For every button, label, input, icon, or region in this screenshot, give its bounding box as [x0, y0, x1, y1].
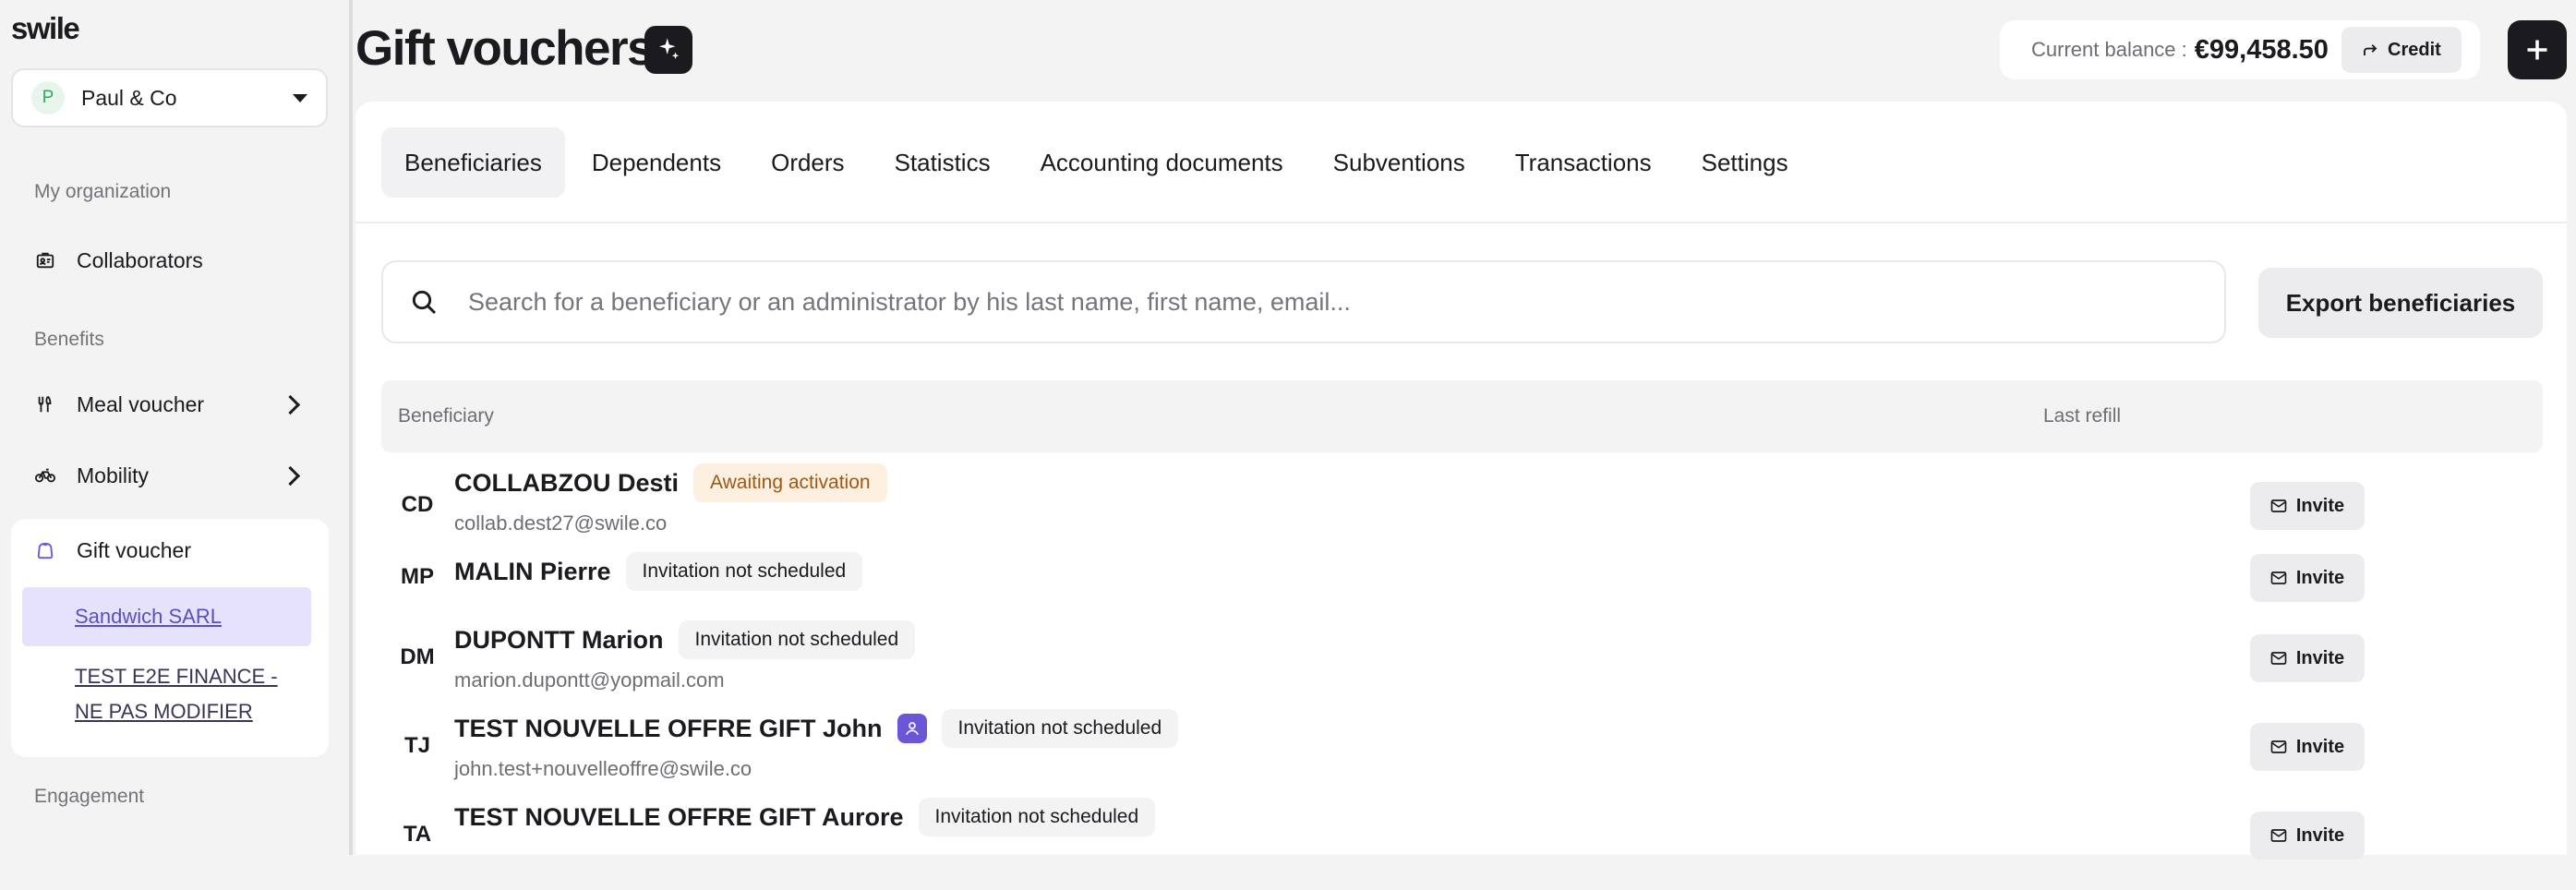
sidebar-item-mobility[interactable]: Mobility: [11, 448, 328, 503]
id-card-icon: [34, 249, 56, 271]
org-avatar: P: [31, 81, 65, 114]
sidebar-item-label: Meal voucher: [77, 391, 205, 416]
tab-beneficiaries[interactable]: Beneficiaries: [381, 127, 565, 198]
chevron-right-icon: [280, 465, 301, 486]
table-row[interactable]: CD COLLABZOU Desti Awaiting activation c…: [381, 463, 2543, 547]
gift-voucher-group: Gift voucher Sandwich SARL TEST E2E FINA…: [11, 519, 329, 757]
invite-button[interactable]: Invite: [2250, 482, 2365, 530]
tab-orders[interactable]: Orders: [748, 127, 867, 198]
sidebar-item-gift-voucher[interactable]: Gift voucher: [11, 519, 328, 582]
tab-bar: Beneficiaries Dependents Orders Statisti…: [381, 127, 1815, 198]
sparkles-button[interactable]: [644, 26, 692, 74]
avatar: CD: [401, 492, 434, 517]
name-line: TEST NOUVELLE OFFRE GIFT John Invitation…: [454, 709, 1179, 748]
invite-button[interactable]: Invite: [2250, 812, 2365, 860]
sidebar-item-label: Collaborators: [77, 247, 203, 272]
name-line: COLLABZOU Desti Awaiting activation: [454, 463, 887, 502]
beneficiary-email: collab.dest27@swile.co: [454, 511, 668, 535]
swile-logo[interactable]: swile: [11, 11, 80, 46]
name-line: TEST NOUVELLE OFFRE GIFT Aurore Invitati…: [454, 798, 1156, 836]
name-line: MALIN Pierre Invitation not scheduled: [454, 552, 863, 591]
tab-transactions[interactable]: Transactions: [1492, 127, 1675, 198]
sparkles-icon: [659, 38, 680, 59]
beneficiary-name: DUPONTT Marion: [454, 625, 664, 654]
tab-settings[interactable]: Settings: [1679, 127, 1812, 198]
table-row[interactable]: DM DUPONTT Marion Invitation not schedul…: [381, 620, 2543, 713]
beneficiary-email: john.test+nouvelleoffre@swile.co: [454, 757, 752, 780]
caret-down-icon: [293, 93, 307, 102]
sidebar-subitem-test-e2e-finance[interactable]: TEST E2E FINANCE - NE PAS MODIFIER: [22, 659, 311, 729]
org-name: Paul & Co: [81, 85, 177, 110]
invite-label: Invite: [2295, 824, 2345, 846]
status-badge: Awaiting activation: [693, 463, 887, 502]
page-title: Gift vouchers: [355, 21, 655, 76]
invite-label: Invite: [2295, 736, 2345, 757]
beneficiary-name: MALIN Pierre: [454, 557, 611, 585]
table-header: Beneficiary Last refill: [381, 380, 2543, 452]
envelope-icon: [2270, 740, 2287, 753]
organization-select[interactable]: P Paul & Co: [11, 68, 328, 127]
status-badge: Invitation not scheduled: [941, 709, 1179, 748]
table-row[interactable]: TJ TEST NOUVELLE OFFRE GIFT John Invitat…: [381, 709, 2543, 801]
section-label-engagement: Engagement: [34, 786, 145, 807]
credit-button[interactable]: Credit: [2341, 27, 2462, 73]
avatar: DM: [400, 644, 435, 669]
sidebar: swile P Paul & Co My organization Collab…: [0, 0, 353, 855]
chevron-right-icon: [280, 394, 301, 415]
search-input[interactable]: [466, 286, 2198, 318]
beneficiary-name: TEST NOUVELLE OFFRE GIFT John: [454, 714, 883, 742]
status-badge: Invitation not scheduled: [678, 620, 916, 659]
redo-arrow-icon: [2364, 44, 2377, 55]
section-label-my-organization: My organization: [34, 181, 172, 202]
invite-button[interactable]: Invite: [2250, 634, 2365, 682]
column-header-last-refill[interactable]: Last refill: [2043, 405, 2121, 427]
avatar: TA: [403, 822, 432, 847]
add-button[interactable]: [2508, 20, 2567, 79]
gift-bag-icon: [34, 539, 56, 561]
sidebar-item-label: Mobility: [77, 463, 149, 487]
invite-label: Invite: [2295, 567, 2345, 588]
search-icon: [412, 290, 437, 315]
search-box[interactable]: [381, 260, 2226, 343]
tab-divider: [355, 222, 2567, 223]
fork-knife-icon: [34, 393, 56, 415]
export-beneficiaries-button[interactable]: Export beneficiaries: [2258, 268, 2543, 338]
balance-value: €99,458.50: [2194, 34, 2329, 65]
invite-button[interactable]: Invite: [2250, 723, 2365, 771]
column-header-beneficiary[interactable]: Beneficiary: [398, 405, 494, 427]
envelope-icon: [2270, 571, 2287, 584]
beneficiary-name: COLLABZOU Desti: [454, 468, 679, 497]
name-line: DUPONTT Marion Invitation not scheduled: [454, 620, 916, 659]
tab-accounting-documents[interactable]: Accounting documents: [1017, 127, 1306, 198]
credit-label: Credit: [2388, 39, 2441, 60]
table-row[interactable]: TA TEST NOUVELLE OFFRE GIFT Aurore Invit…: [381, 798, 2543, 890]
tab-statistics[interactable]: Statistics: [872, 127, 1014, 198]
sidebar-item-label: Gift voucher: [77, 537, 191, 562]
balance-label: Current balance :: [2031, 38, 2187, 61]
sidebar-item-meal-voucher[interactable]: Meal voucher: [11, 377, 328, 432]
balance-box: Current balance : €99,458.50 Credit: [2000, 20, 2480, 79]
sidebar-item-collaborators[interactable]: Collaborators: [11, 233, 328, 288]
bike-icon: [34, 464, 56, 487]
invite-button[interactable]: Invite: [2250, 554, 2365, 602]
envelope-icon: [2270, 499, 2287, 512]
status-badge: Invitation not scheduled: [918, 798, 1156, 836]
beneficiary-name: TEST NOUVELLE OFFRE GIFT Aurore: [454, 802, 904, 831]
avatar: MP: [401, 564, 434, 589]
invite-label: Invite: [2295, 495, 2345, 516]
avatar: TJ: [403, 733, 430, 758]
status-badge: Invitation not scheduled: [625, 552, 863, 591]
main-panel: Beneficiaries Dependents Orders Statisti…: [355, 102, 2567, 860]
envelope-icon: [2270, 652, 2287, 665]
invite-label: Invite: [2295, 647, 2345, 668]
beneficiary-email: marion.dupontt@yopmail.com: [454, 668, 725, 692]
tab-subventions[interactable]: Subventions: [1310, 127, 1488, 198]
sidebar-subitem-sandwich-sarl[interactable]: Sandwich SARL: [22, 587, 311, 646]
plus-icon: [2527, 40, 2547, 60]
section-label-benefits: Benefits: [34, 329, 104, 350]
envelope-icon: [2270, 829, 2287, 842]
admin-user-icon: [897, 714, 927, 743]
tab-dependents[interactable]: Dependents: [569, 127, 744, 198]
